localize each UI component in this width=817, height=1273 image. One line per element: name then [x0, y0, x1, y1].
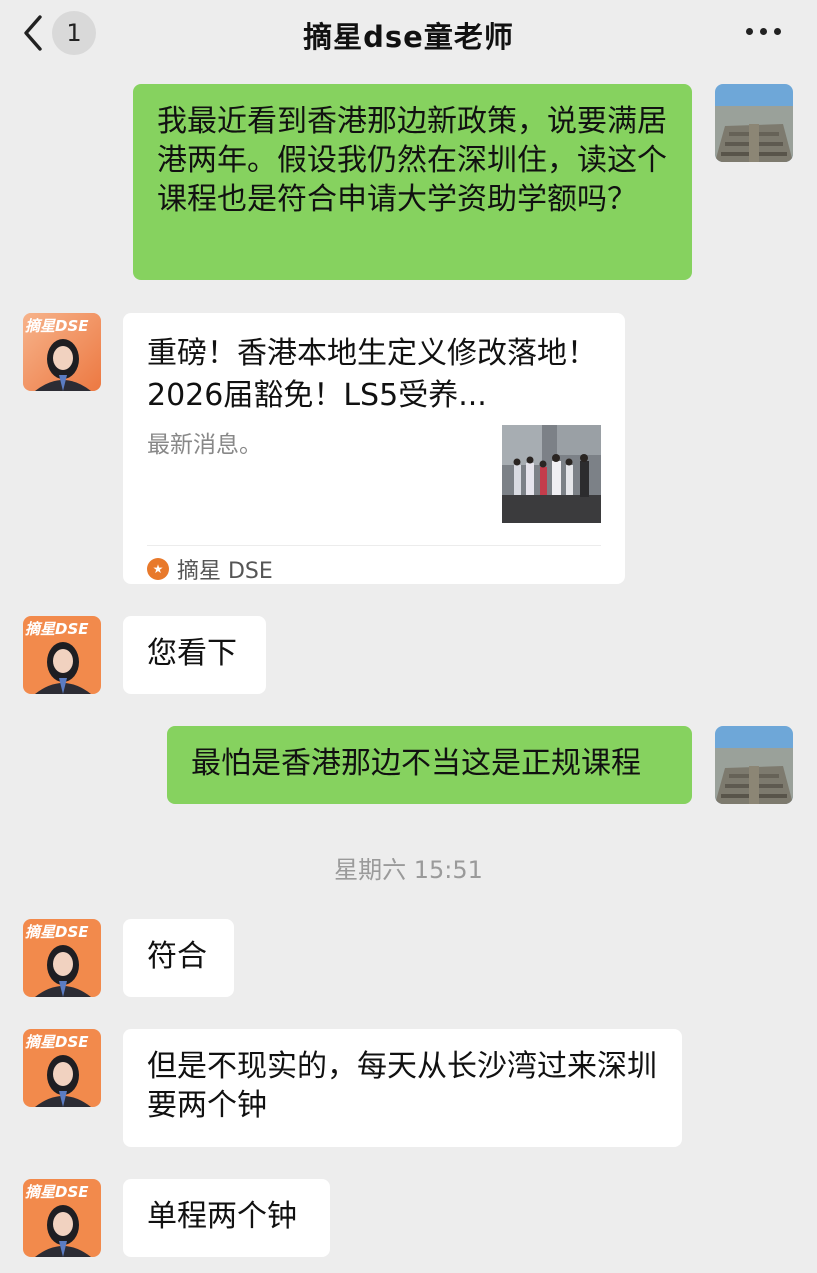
teacher-avatar-icon: 摘星DSE [23, 616, 101, 694]
message-bubble-teacher[interactable]: 符合 [123, 919, 234, 997]
message-bubble-teacher[interactable]: 您看下 [123, 616, 266, 694]
dot-icon [774, 28, 781, 35]
title-bar: 1 摘星dse童老师 [0, 0, 817, 72]
avatar-badge-text: 摘星DSE [25, 620, 89, 638]
article-link-card[interactable]: 重磅！香港本地生定义修改落地！2026届豁免！LS5受养... 最新消息。 ★ … [123, 313, 625, 584]
teacher-avatar[interactable]: 摘星DSE [23, 616, 101, 694]
message-text: 但是不现实的，每天从长沙湾过来深圳要两个钟 [147, 1049, 657, 1123]
teacher-avatar[interactable]: 摘星DSE [23, 1179, 101, 1257]
card-title: 重磅！香港本地生定义修改落地！2026届豁免！LS5受养... [147, 336, 597, 413]
message-text: 我最近看到香港那边新政策，说要满居港两年。假设我仍然在深圳住，读这个课程也是符合… [157, 104, 667, 217]
message-bubble-teacher[interactable]: 单程两个钟 [123, 1179, 330, 1257]
message-text: 单程两个钟 [147, 1199, 297, 1234]
dot-icon [760, 28, 767, 35]
timestamp-divider: 星期六 15:51 [334, 856, 483, 884]
message-text: 最怕是香港那边不当这是正规课程 [191, 746, 641, 781]
dot-icon [746, 28, 753, 35]
card-description: 最新消息。 [147, 432, 262, 458]
avatar-badge-text: 摘星DSE [25, 317, 89, 335]
teacher-avatar-icon: 摘星DSE [23, 313, 101, 391]
card-source: ★ 摘星 DSE [147, 553, 273, 585]
teacher-avatar[interactable]: 摘星DSE [23, 919, 101, 997]
message-text: 您看下 [147, 636, 237, 671]
self-avatar[interactable] [715, 84, 793, 162]
card-source-name: 摘星 DSE [177, 559, 273, 584]
card-divider [147, 545, 601, 546]
message-bubble-teacher[interactable]: 但是不现实的，每天从长沙湾过来深圳要两个钟 [123, 1029, 682, 1147]
avatar-badge-text: 摘星DSE [25, 1033, 89, 1051]
pyramid-photo-icon [715, 726, 793, 804]
teacher-avatar-icon: 摘星DSE [23, 919, 101, 997]
source-logo-icon: ★ [147, 558, 169, 580]
avatar-badge-text: 摘星DSE [25, 1183, 89, 1201]
pyramid-photo-icon [715, 84, 793, 162]
teacher-avatar-icon: 摘星DSE [23, 1179, 101, 1257]
teacher-avatar[interactable]: 摘星DSE [23, 1029, 101, 1107]
teacher-avatar-icon: 摘星DSE [23, 1029, 101, 1107]
message-bubble-self[interactable]: 最怕是香港那边不当这是正规课程 [167, 726, 692, 804]
card-thumbnail [502, 425, 601, 523]
message-text: 符合 [147, 939, 207, 974]
self-avatar[interactable] [715, 726, 793, 804]
more-options-button[interactable] [746, 28, 781, 35]
street-photo-icon [502, 425, 601, 523]
chat-title: 摘星dse童老师 [303, 20, 514, 54]
avatar-badge-text: 摘星DSE [25, 923, 89, 941]
message-bubble-self[interactable]: 我最近看到香港那边新政策，说要满居港两年。假设我仍然在深圳住，读这个课程也是符合… [133, 84, 692, 280]
teacher-avatar[interactable]: 摘星DSE [23, 313, 101, 391]
